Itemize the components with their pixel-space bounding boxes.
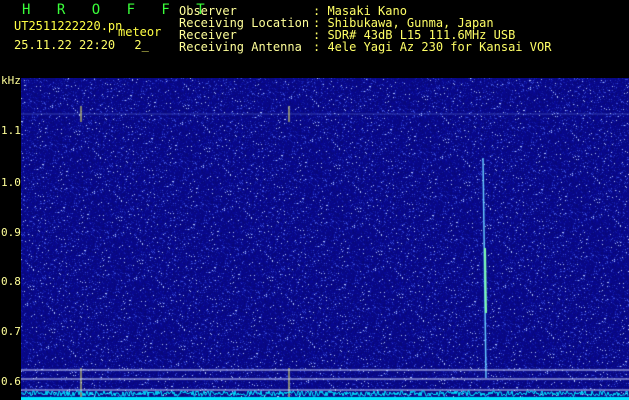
y-tick-label: 1.1	[1, 124, 21, 137]
station-info: Observer : Masaki Kano Receiving Locatio…	[179, 5, 551, 53]
y-tick-label: 0.9	[1, 226, 21, 239]
y-unit-label: kHz	[1, 74, 21, 87]
spectrogram-plot[interactable]	[21, 78, 629, 400]
index-text: 2_	[134, 38, 149, 52]
datetime-text: 25.11.22 22:20	[14, 38, 116, 52]
y-tick-label: 1.0	[1, 176, 21, 189]
y-tick-label: 0.6	[1, 375, 21, 388]
file-name: UT2511222220.pn	[14, 19, 123, 33]
antenna-value: : 4ele Yagi Az 230 for Kansai VOR	[313, 40, 552, 54]
mode-label: meteor	[118, 25, 162, 39]
antenna-label: Receiving Antenna	[179, 40, 302, 54]
y-tick-label: 0.7	[1, 325, 21, 338]
header-panel: H R O F F T UT2511222220.pn meteor 25.11…	[0, 0, 629, 72]
y-tick-label: 0.8	[1, 275, 21, 288]
date-time: 25.11.22 22:20 2_	[14, 38, 149, 52]
antenna-row: Receiving Antenna : 4ele Yagi Az 230 for…	[179, 41, 551, 53]
